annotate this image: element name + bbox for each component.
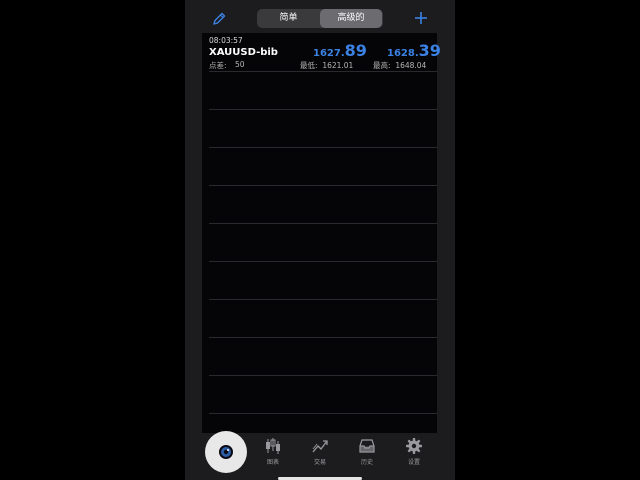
segment-simple[interactable]: 简单 bbox=[257, 9, 320, 28]
quotes-floating-button[interactable] bbox=[205, 431, 247, 473]
high-value: 1648.04 bbox=[395, 61, 427, 70]
tab-chart-label: 图表 bbox=[266, 459, 279, 466]
segment-advanced[interactable]: 高级的 bbox=[320, 9, 382, 28]
ask-price: 1628.39 bbox=[387, 41, 441, 60]
tab-history[interactable]: 历史 bbox=[347, 437, 387, 469]
top-bar: 简单 高级的 bbox=[185, 0, 455, 36]
bid-price-pips: 89 bbox=[344, 41, 367, 60]
tab-history-label: 历史 bbox=[360, 459, 373, 466]
bid-price-main: 1627. bbox=[313, 48, 345, 59]
high-price: 最高: 1648.04 bbox=[373, 60, 426, 71]
row-divider bbox=[209, 147, 437, 148]
inbox-tray-icon bbox=[359, 439, 375, 453]
tab-settings[interactable]: 设置 bbox=[394, 437, 434, 469]
spread-label: 点差: bbox=[209, 61, 227, 70]
low-label: 最低: bbox=[300, 61, 318, 70]
view-mode-segmented-control: 简单 高级的 bbox=[257, 9, 383, 28]
row-divider bbox=[209, 223, 437, 224]
tab-chart[interactable]: 图表 bbox=[253, 437, 293, 469]
high-label: 最高: bbox=[373, 61, 391, 70]
row-divider bbox=[209, 71, 437, 72]
row-divider bbox=[209, 375, 437, 376]
quotes-list: 08:03:57 XAUUSD-bib 点差: 50 1627.89 1628.… bbox=[202, 33, 441, 433]
quote-row-xauusd[interactable]: 08:03:57 XAUUSD-bib 点差: 50 1627.89 1628.… bbox=[202, 33, 441, 71]
phone-screen: 简单 高级的 08:03:57 XAUUSD-bib 点差: 50 1627.8… bbox=[185, 0, 455, 480]
quote-symbol: XAUUSD-bib bbox=[209, 47, 278, 58]
ask-price-pips: 39 bbox=[418, 41, 441, 60]
tab-trade[interactable]: 交易 bbox=[300, 437, 340, 469]
candlestick-chart-icon bbox=[266, 438, 280, 454]
low-value: 1621.01 bbox=[322, 61, 354, 70]
trend-line-icon bbox=[312, 440, 328, 453]
ask-price-main: 1628. bbox=[387, 48, 419, 59]
row-divider bbox=[209, 337, 437, 338]
quote-time: 08:03:57 bbox=[209, 36, 243, 45]
row-divider bbox=[209, 413, 437, 414]
add-symbol-plus-icon[interactable] bbox=[413, 10, 429, 26]
spread-value: 50 bbox=[235, 60, 245, 69]
bid-price: 1627.89 bbox=[313, 41, 367, 60]
row-divider bbox=[209, 261, 437, 262]
tab-trade-label: 交易 bbox=[313, 459, 326, 466]
tab-settings-label: 设置 bbox=[407, 459, 420, 466]
row-divider bbox=[209, 185, 437, 186]
gear-icon bbox=[406, 438, 422, 454]
row-divider bbox=[209, 109, 437, 110]
low-price: 最低: 1621.01 bbox=[300, 60, 353, 71]
edit-pencil-icon[interactable] bbox=[211, 11, 227, 27]
row-divider bbox=[209, 299, 437, 300]
